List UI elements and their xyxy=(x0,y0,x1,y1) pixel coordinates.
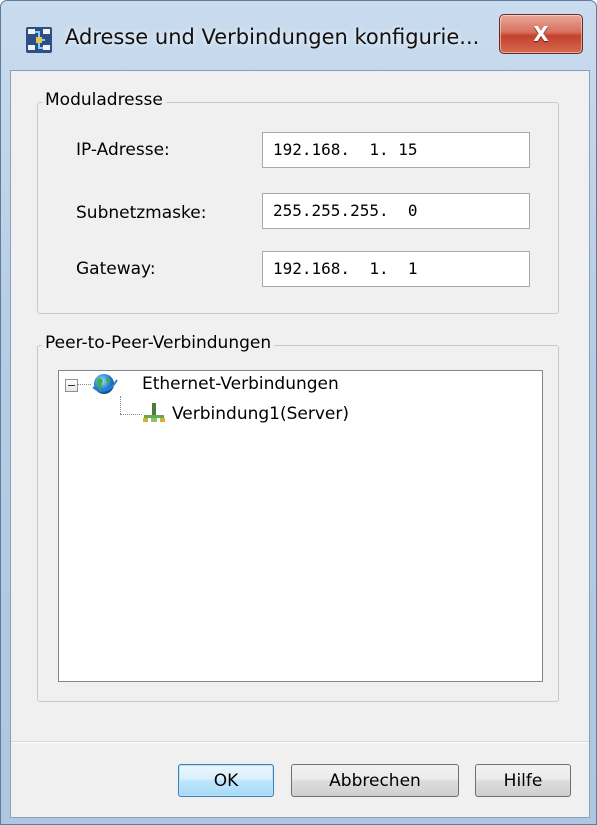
dialog-window: Adresse und Verbindungen konfigurie... X… xyxy=(0,0,597,825)
window-title: Adresse und Verbindungen konfigurie... xyxy=(65,25,480,49)
cancel-button[interactable]: Abbrechen xyxy=(291,764,459,797)
close-button[interactable]: X xyxy=(499,14,583,54)
tree-connector xyxy=(120,396,121,414)
help-button[interactable]: Hilfe xyxy=(475,764,571,797)
title-bar[interactable]: Adresse und Verbindungen konfigurie... X xyxy=(1,1,596,69)
subnet-mask-field[interactable]: 255.255.255. 0 xyxy=(262,193,530,229)
ok-button[interactable]: OK xyxy=(178,764,274,797)
tree-child-label[interactable]: Verbindung1(Server) xyxy=(172,404,349,424)
button-bar-divider xyxy=(11,741,589,743)
gateway-label: Gateway: xyxy=(76,259,156,279)
collapse-toggle-icon[interactable] xyxy=(65,379,78,392)
tree-root-label[interactable]: Ethernet-Verbindungen xyxy=(142,374,339,394)
close-icon: X xyxy=(533,22,549,46)
tree-connector xyxy=(120,414,142,415)
module-config-icon xyxy=(25,26,53,54)
ip-address-label: IP-Adresse: xyxy=(76,140,170,160)
connections-tree[interactable]: Ethernet-Verbindungen Verbindung1(Server… xyxy=(58,370,543,682)
dialog-client-area: Moduladresse IP-Adresse: 192.168. 1. 15 … xyxy=(10,70,590,818)
subnet-mask-label: Subnetzmaske: xyxy=(76,203,207,223)
network-connection-icon xyxy=(142,402,166,428)
tree-connector xyxy=(78,384,91,385)
globe-icon xyxy=(92,372,118,400)
gateway-field[interactable]: 192.168. 1. 1 xyxy=(262,251,530,287)
peer-to-peer-group-label: Peer-to-Peer-Verbindungen xyxy=(42,333,275,353)
ip-address-field[interactable]: 192.168. 1. 15 xyxy=(262,132,530,168)
module-address-group-label: Moduladresse xyxy=(42,90,166,110)
